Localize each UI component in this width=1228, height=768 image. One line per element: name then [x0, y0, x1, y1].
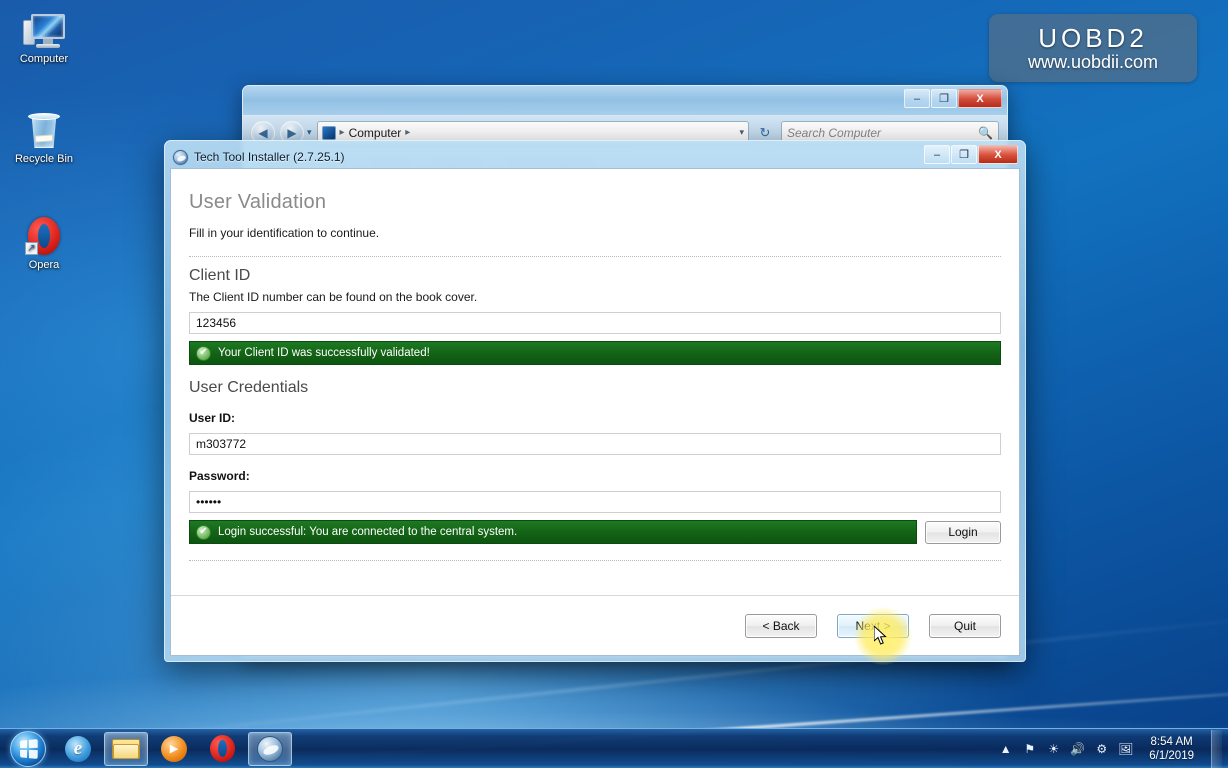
page-title: User Validation	[189, 191, 327, 213]
login-button[interactable]: Login	[925, 520, 1001, 544]
show-desktop-button[interactable]	[1211, 729, 1222, 768]
clock-time: 8:54 AM	[1150, 735, 1193, 748]
divider	[189, 256, 1001, 257]
search-icon: 🔍	[978, 125, 993, 140]
desktop-icon-opera[interactable]: ↗ Opera	[0, 214, 88, 272]
computer-crumb-icon	[321, 125, 336, 140]
login-status-banner: ✔ Login successful: You are connected to…	[189, 520, 917, 544]
address-dropdown-icon[interactable]: ▾	[739, 127, 744, 138]
client-id-section-title: Client ID	[189, 267, 251, 284]
divider-bottom	[189, 560, 1001, 561]
user-credentials-section-title: User Credentials	[189, 379, 309, 396]
quit-button[interactable]: Quit	[929, 613, 1001, 638]
clock-date: 6/1/2019	[1149, 749, 1194, 762]
password-label: Password:	[189, 469, 250, 483]
taskbar-item-windows-media-player[interactable]: ▶	[152, 732, 196, 766]
computer-icon	[0, 8, 88, 50]
volume-icon[interactable]: 🔊	[1069, 740, 1086, 757]
search-placeholder: Search Computer	[787, 125, 882, 140]
user-id-label: User ID:	[189, 411, 236, 425]
tech-tool-installer-window[interactable]: Tech Tool Installer (2.7.25.1) – ❐ X Use…	[164, 140, 1026, 662]
client-id-description: The Client ID number can be found on the…	[189, 290, 478, 304]
system-tray: ▲ ⚑ ☀ 🔊 ⚙ 🖼 8:54 AM 6/1/2019	[997, 729, 1228, 768]
installer-footer: < Back Next > Quit	[171, 595, 1019, 655]
watermark-brand: UOBD2	[1038, 23, 1148, 53]
device-icon[interactable]: ⚙	[1093, 740, 1110, 757]
client-id-input[interactable]: 123456	[189, 312, 1001, 334]
login-status-text: Login successful: You are connected to t…	[218, 526, 518, 538]
chevron-down-icon[interactable]: ▾	[307, 127, 312, 138]
success-check-icon: ✔	[196, 524, 211, 540]
minimize-button[interactable]: –	[904, 89, 930, 108]
opera-icon: ↗	[0, 214, 88, 256]
media-player-icon: ▶	[161, 735, 187, 762]
breadcrumb-computer[interactable]: Computer	[349, 126, 402, 140]
minimize-button[interactable]: –	[924, 145, 950, 164]
shortcut-arrow-icon: ↗	[25, 242, 38, 255]
close-button[interactable]: X	[958, 89, 1002, 108]
desktop-icon-label: Recycle Bin	[14, 153, 74, 165]
desktop-icon-label: Opera	[28, 259, 60, 271]
client-id-status-text: Your Client ID was successfully validate…	[218, 347, 430, 359]
recycle-bin-icon	[0, 108, 88, 150]
user-id-value: m303772	[196, 437, 247, 451]
windows-logo-icon	[10, 730, 46, 767]
desktop-icon-recycle-bin[interactable]: Recycle Bin	[0, 108, 88, 166]
installer-title-bar[interactable]: Tech Tool Installer (2.7.25.1)	[173, 146, 345, 168]
explorer-window-controls: – ❐ X	[904, 89, 1002, 108]
login-status-row: ✔ Login successful: You are connected to…	[189, 513, 1001, 544]
installer-client-area: User Validation Fill in your identificat…	[170, 168, 1020, 656]
taskbar-item-tech-tool-installer[interactable]	[248, 731, 292, 766]
desktop-icon-label: Computer	[19, 53, 69, 65]
display-icon[interactable]: 🖼	[1117, 740, 1134, 757]
password-value: ••••••	[196, 495, 222, 509]
action-center-icon[interactable]: ⚑	[1021, 740, 1038, 757]
close-button[interactable]: X	[978, 145, 1018, 164]
app-logo-icon	[173, 149, 188, 165]
breadcrumb-separator[interactable]: ▸	[405, 127, 410, 138]
maximize-button[interactable]: ❐	[931, 89, 957, 108]
explorer-title-bar[interactable]: – ❐ X	[243, 86, 1007, 116]
user-id-input[interactable]: m303772	[189, 433, 1001, 455]
breadcrumb-separator: ▸	[339, 127, 345, 138]
success-check-icon: ✔	[196, 345, 211, 361]
page-subtitle: Fill in your identification to continue.	[189, 226, 380, 240]
taskbar-item-opera[interactable]	[200, 732, 244, 766]
show-hidden-icons-icon[interactable]: ▲	[997, 740, 1014, 757]
watermark-badge: UOBD2 www.uobdii.com	[989, 14, 1197, 82]
desktop-icon-computer[interactable]: Computer	[0, 8, 88, 66]
opera-icon	[209, 735, 235, 762]
client-id-value: 123456	[196, 316, 237, 330]
installer-title-text: Tech Tool Installer (2.7.25.1)	[194, 150, 345, 164]
user-validation-pane: User Validation Fill in your identificat…	[171, 169, 1019, 595]
maximize-button[interactable]: ❐	[951, 145, 977, 164]
back-button[interactable]: < Back	[745, 613, 817, 638]
tech-tool-icon	[257, 735, 283, 762]
client-id-status-banner: ✔ Your Client ID was successfully valida…	[189, 341, 1001, 365]
internet-explorer-icon	[65, 735, 91, 762]
taskbar-item-windows-explorer[interactable]	[104, 731, 148, 766]
next-button[interactable]: Next >	[837, 613, 909, 638]
taskbar-item-internet-explorer[interactable]	[56, 732, 100, 766]
network-icon[interactable]: ☀	[1045, 740, 1062, 757]
folder-icon	[112, 737, 140, 760]
taskbar: ▶ ▲ ⚑ ☀ 🔊 ⚙ 🖼 8:54 AM 6/1/2019	[0, 728, 1228, 768]
watermark-url: www.uobdii.com	[1027, 52, 1159, 72]
password-input[interactable]: ••••••	[189, 491, 1001, 513]
clock[interactable]: 8:54 AM 6/1/2019	[1141, 735, 1202, 763]
start-button[interactable]	[2, 730, 54, 768]
installer-window-controls: – ❐ X	[924, 145, 1018, 164]
